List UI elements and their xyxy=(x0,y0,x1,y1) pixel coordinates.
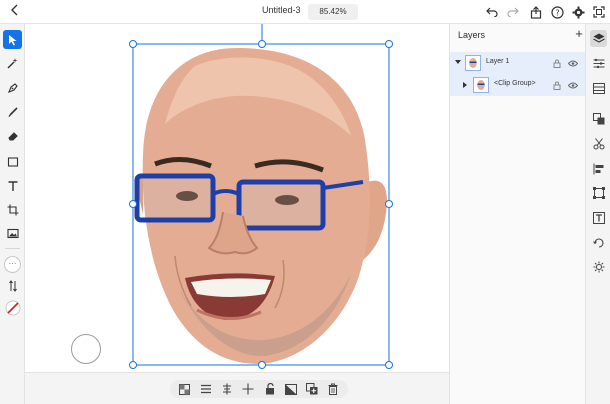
more-icon[interactable]: ··· xyxy=(4,256,21,273)
fullscreen-icon[interactable] xyxy=(592,4,606,20)
visibility-eye-icon[interactable] xyxy=(568,80,578,90)
zoom-level[interactable]: 85.42% xyxy=(308,4,358,20)
transparency-grid-icon[interactable] xyxy=(178,382,192,396)
back-icon[interactable] xyxy=(8,4,22,20)
help-icon[interactable]: ? xyxy=(550,4,564,20)
unlock-icon[interactable] xyxy=(263,382,277,396)
repeat-icon[interactable] xyxy=(590,234,607,251)
align-icon[interactable] xyxy=(199,382,213,396)
resize-handle-top-right[interactable] xyxy=(385,40,393,48)
rectangle-icon[interactable] xyxy=(3,152,22,171)
teeth xyxy=(191,278,271,297)
layer-name[interactable]: Layer 1 xyxy=(486,58,509,65)
top-bar: Untitled-3 85.42% ? xyxy=(0,0,610,24)
pen-icon[interactable] xyxy=(3,78,22,97)
type-icon[interactable] xyxy=(590,209,607,226)
artwork[interactable] xyxy=(25,24,449,372)
lock-icon[interactable] xyxy=(552,58,562,68)
transform-icon[interactable] xyxy=(590,184,607,201)
layers-panel-title: Layers xyxy=(458,30,486,40)
mask-icon[interactable] xyxy=(284,382,298,396)
move-icon[interactable] xyxy=(241,382,255,396)
distribute-icon[interactable] xyxy=(220,382,234,396)
text-icon[interactable] xyxy=(3,176,22,195)
artboard-canvas[interactable] xyxy=(25,24,449,372)
settings-icon[interactable] xyxy=(571,4,585,20)
color-swatch-icon[interactable] xyxy=(3,298,22,317)
pathfinder-icon[interactable] xyxy=(590,110,607,127)
resize-handle-right[interactable] xyxy=(385,200,393,208)
brush-icon[interactable] xyxy=(3,102,22,121)
layer-row[interactable]: Layer 1 xyxy=(450,52,586,74)
add-layer-button[interactable]: + xyxy=(574,27,584,41)
right-panel-rail xyxy=(585,24,610,404)
duplicate-icon[interactable] xyxy=(305,382,319,396)
lock-icon[interactable] xyxy=(552,80,562,90)
resize-handle-top-left[interactable] xyxy=(129,40,137,48)
crop-icon[interactable] xyxy=(3,200,22,219)
align-panel-icon[interactable] xyxy=(590,160,607,177)
effects-icon[interactable] xyxy=(590,258,607,275)
toolbar-divider xyxy=(5,248,20,249)
resize-handle-left[interactable] xyxy=(129,200,137,208)
undo-icon[interactable] xyxy=(485,4,499,20)
magic-select-icon[interactable] xyxy=(3,54,22,73)
scissors-icon[interactable] xyxy=(590,135,607,152)
layer-row[interactable]: <Clip Group> xyxy=(450,74,586,96)
collapse-triangle-icon[interactable] xyxy=(455,60,461,64)
left-toolbar: ··· xyxy=(0,24,25,404)
layers-panel: Layers + Layer 1 <Clip Group> xyxy=(449,24,586,404)
resize-handle-top[interactable] xyxy=(258,40,266,48)
svg-text:?: ? xyxy=(555,8,559,17)
share-icon[interactable] xyxy=(529,4,543,20)
contextual-taskbar xyxy=(25,372,449,404)
layers-icon[interactable] xyxy=(590,30,607,47)
delete-icon[interactable] xyxy=(326,382,340,396)
libraries-icon[interactable] xyxy=(590,80,607,97)
expand-triangle-icon[interactable] xyxy=(463,82,467,88)
visibility-eye-icon[interactable] xyxy=(568,58,578,68)
layer-thumbnail xyxy=(465,55,481,71)
document-title[interactable]: Untitled-3 xyxy=(262,5,301,15)
resize-handle-bottom[interactable] xyxy=(258,361,266,369)
clip-group-thumbnail xyxy=(473,77,489,93)
layer-name[interactable]: <Clip Group> xyxy=(494,80,536,87)
resize-handle-bottom-right[interactable] xyxy=(385,361,393,369)
select-icon[interactable] xyxy=(3,30,22,49)
taskbar-pill xyxy=(170,380,348,398)
eraser-icon[interactable] xyxy=(3,126,22,145)
resize-handle-bottom-left[interactable] xyxy=(129,361,137,369)
swap-colors-icon[interactable] xyxy=(3,276,22,295)
image-icon[interactable] xyxy=(3,224,22,243)
redo-icon[interactable] xyxy=(506,4,520,20)
properties-icon[interactable] xyxy=(590,55,607,72)
touch-shortcut-circle[interactable] xyxy=(71,334,101,364)
